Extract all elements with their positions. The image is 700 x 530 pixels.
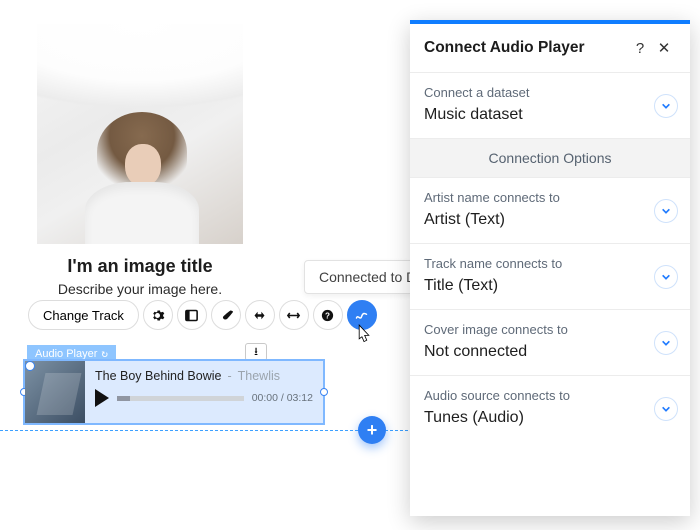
field-value: Not connected xyxy=(424,343,676,361)
brush-icon[interactable] xyxy=(211,300,241,330)
connect-panel: Connect Audio Player ? ✕ Connect a datas… xyxy=(410,20,690,516)
dataset-label: Connect a dataset xyxy=(424,85,676,100)
panel-help-icon[interactable]: ? xyxy=(628,36,652,60)
stretch-icon[interactable] xyxy=(245,300,275,330)
image-title[interactable]: I'm an image title xyxy=(37,256,243,277)
field-label: Cover image connects to xyxy=(424,322,676,337)
field-label: Track name connects to xyxy=(424,256,676,271)
progress-bar[interactable] xyxy=(117,396,244,401)
time-display: 00:00 / 03:12 xyxy=(252,392,313,404)
data-link-icon[interactable] xyxy=(347,300,377,330)
connection-options-header: Connection Options xyxy=(410,139,690,178)
cover-image[interactable] xyxy=(37,24,243,244)
track-separator: - xyxy=(227,369,231,383)
change-track-button[interactable]: Change Track xyxy=(28,300,139,330)
chevron-down-icon[interactable] xyxy=(654,94,678,118)
chevron-down-icon[interactable] xyxy=(654,265,678,289)
add-section-button[interactable]: + xyxy=(358,416,386,444)
dataset-select[interactable]: Connect a dataset Music dataset xyxy=(410,73,690,139)
svg-text:?: ? xyxy=(325,311,330,320)
play-icon[interactable] xyxy=(95,389,109,407)
close-icon[interactable]: ✕ xyxy=(652,36,676,60)
field-label: Artist name connects to xyxy=(424,190,676,205)
field-track[interactable]: Track name connects to Title (Text) xyxy=(410,244,690,310)
field-value: Artist (Text) xyxy=(424,211,676,229)
track-cover xyxy=(25,361,85,423)
dataset-value: Music dataset xyxy=(424,106,676,124)
resize-handle-right[interactable] xyxy=(320,388,328,396)
track-artist: Thewlis xyxy=(238,369,280,383)
panel-title: Connect Audio Player xyxy=(424,39,584,57)
chevron-down-icon[interactable] xyxy=(654,331,678,355)
field-value: Tunes (Audio) xyxy=(424,409,676,427)
field-audio[interactable]: Audio source connects to Tunes (Audio) xyxy=(410,376,690,441)
help-icon[interactable]: ? xyxy=(313,300,343,330)
audio-player-label-text: Audio Player xyxy=(35,348,97,360)
layout-icon[interactable] xyxy=(177,300,207,330)
gear-icon[interactable] xyxy=(143,300,173,330)
field-label: Audio source connects to xyxy=(424,388,676,403)
chevron-down-icon[interactable] xyxy=(654,397,678,421)
field-cover[interactable]: Cover image connects to Not connected xyxy=(410,310,690,376)
track-title: The Boy Behind Bowie xyxy=(95,369,221,383)
field-artist[interactable]: Artist name connects to Artist (Text) xyxy=(410,178,690,244)
resize-icon[interactable] xyxy=(279,300,309,330)
chevron-down-icon[interactable] xyxy=(654,199,678,223)
field-value: Title (Text) xyxy=(424,277,676,295)
audio-player[interactable]: The Boy Behind Bowie - Thewlis 00:00 / 0… xyxy=(23,359,325,425)
section-divider xyxy=(0,430,418,431)
image-description[interactable]: Describe your image here. xyxy=(37,281,243,297)
